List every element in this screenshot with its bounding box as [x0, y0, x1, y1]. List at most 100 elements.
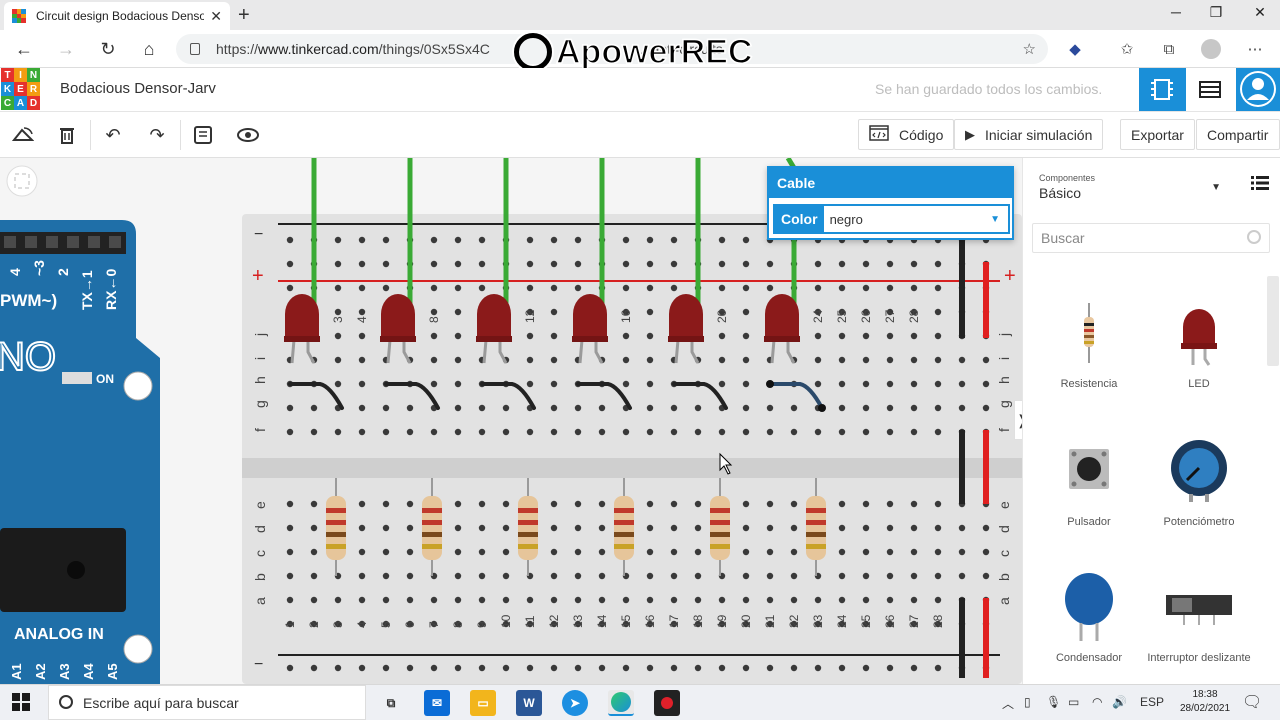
on-led — [62, 372, 92, 384]
reload-icon[interactable]: ↻ — [96, 37, 120, 61]
breadboard-hole — [814, 260, 822, 268]
scrollbar[interactable] — [1267, 276, 1279, 366]
breadboard-hole — [838, 260, 846, 268]
column-number: 28 — [907, 309, 921, 323]
arduino-pin-label: 2 — [55, 268, 71, 276]
share-button[interactable]: Compartir — [1196, 119, 1280, 150]
profile-icon[interactable] — [1200, 39, 1222, 61]
breadboard-hole — [334, 356, 342, 364]
windows-start-icon[interactable] — [12, 693, 30, 711]
word-icon[interactable]: W — [516, 690, 542, 716]
header-pin — [67, 236, 79, 248]
minimize-icon[interactable]: ─ — [1166, 4, 1186, 20]
breadboard[interactable]: − + + − jjiihhggffeeddccbbaa 34781112151… — [242, 214, 1022, 684]
design-title[interactable]: Bodacious Densor-Jarv — [60, 80, 216, 97]
breadboard-hole — [358, 356, 366, 364]
color-select[interactable]: Color negro ▼ — [773, 204, 1010, 234]
start-simulation-button[interactable]: ▶ Iniciar simulación — [954, 119, 1104, 150]
column-number: 8 — [427, 316, 441, 323]
breadboard-hole — [862, 284, 870, 292]
edge-browser-icon[interactable] — [608, 690, 634, 716]
close-tab-icon[interactable]: ✕ — [210, 8, 222, 25]
new-tab-icon[interactable]: + — [238, 4, 250, 27]
row-letter: i — [252, 357, 268, 360]
lock-icon — [190, 43, 200, 55]
home-icon[interactable]: ⌂ — [137, 37, 161, 61]
breadboard-hole — [718, 284, 726, 292]
breadboard-hole — [814, 284, 822, 292]
favorites-icon[interactable]: ✩ — [1116, 39, 1138, 61]
visibility-icon[interactable] — [233, 120, 263, 150]
breadboard-hole — [910, 664, 918, 672]
wifi-icon[interactable]: ◠ — [1092, 695, 1102, 709]
component-search-input[interactable]: Buscar — [1032, 223, 1270, 253]
file-explorer-icon[interactable]: ▭ — [470, 690, 496, 716]
breadboard-hole — [478, 596, 486, 604]
component-slide-switch[interactable]: Interruptor deslizante — [1144, 562, 1254, 664]
user-avatar[interactable] — [1236, 68, 1280, 111]
breadboard-hole — [622, 664, 630, 672]
breadboard-hole — [766, 500, 774, 508]
back-icon[interactable]: ← — [12, 37, 36, 61]
undo-icon[interactable]: ↶ — [98, 120, 128, 150]
redo-icon[interactable]: ↷ — [142, 120, 172, 150]
breadboard-hole — [454, 548, 462, 556]
breadboard-hole — [382, 284, 390, 292]
browser-tab[interactable]: Circuit design Bodacious Densor ✕ — [4, 2, 230, 30]
rotate-icon[interactable] — [8, 120, 38, 150]
breadboard-hole — [886, 500, 894, 508]
breadboard-hole — [574, 404, 582, 412]
language-indicator[interactable]: ESP — [1140, 695, 1164, 709]
components-dropdown[interactable]: Componentes Básico ▼ — [1031, 168, 1221, 208]
app-icon[interactable]: ➤ — [562, 690, 588, 716]
breadboard-hole — [670, 524, 678, 532]
microphone-icon[interactable]: 🎙 — [1046, 695, 1061, 709]
add-favorite-icon[interactable]: ☆ — [1023, 40, 1036, 58]
more-icon[interactable]: ⋯ — [1244, 39, 1266, 61]
component-capacitor[interactable]: Condensador — [1034, 562, 1144, 664]
maximize-icon[interactable]: ❐ — [1206, 4, 1226, 21]
row-letter: i — [996, 357, 1012, 360]
arduino-pin-label: TX→1 — [79, 270, 95, 310]
breadboard-hole — [310, 524, 318, 532]
recorder-app-icon[interactable] — [654, 690, 680, 716]
clock[interactable]: 18:38 28/02/2021 — [1180, 688, 1230, 716]
breadboard-hole — [406, 572, 414, 580]
close-window-icon[interactable]: ✕ — [1250, 4, 1270, 21]
show-hidden-icons-icon[interactable]: ︿ — [1002, 695, 1014, 712]
battery-icon[interactable]: ▭ — [1068, 695, 1079, 709]
chevron-down-icon[interactable]: ▼ — [990, 214, 1008, 225]
code-button[interactable]: Código — [858, 119, 955, 150]
forward-icon[interactable]: → — [54, 37, 78, 61]
breadboard-hole — [430, 236, 438, 244]
breadboard-hole — [574, 284, 582, 292]
column-number: 4 — [355, 621, 369, 628]
notifications-icon[interactable]: 🗨 — [1242, 692, 1262, 712]
taskbar-search-input[interactable]: Escribe aquí para buscar — [48, 685, 366, 720]
component-led[interactable]: LED — [1144, 288, 1254, 390]
device-icon[interactable]: ▯ — [1024, 695, 1031, 709]
mail-icon[interactable]: ✉ — [424, 690, 450, 716]
tinkercad-logo[interactable]: T I N K E R C A D — [1, 68, 41, 110]
notes-icon[interactable] — [188, 120, 218, 150]
component-potentiometer[interactable]: Potenciómetro — [1144, 426, 1254, 528]
collections-icon[interactable]: ⧉ — [1158, 39, 1180, 61]
arduino-board[interactable]: 4 ~3 2 TX→1 RX←0 PWM~) NO ON ANALOG IN A1 A2 A… — [0, 220, 160, 684]
fit-view-button[interactable] — [6, 165, 38, 197]
breadboard-hole — [310, 404, 318, 412]
breadboard-hole — [982, 524, 990, 532]
component-list-button[interactable] — [1186, 68, 1233, 111]
export-button[interactable]: Exportar — [1120, 119, 1195, 150]
circuit-view-button[interactable] — [1139, 68, 1186, 111]
plus-sign-right: + — [1004, 265, 1016, 287]
component-resistor[interactable]: Resistencia — [1034, 288, 1144, 390]
breadboard-hole — [934, 524, 942, 532]
header-pin — [46, 236, 58, 248]
component-pushbutton[interactable]: Pulsador — [1034, 426, 1144, 528]
task-view-icon[interactable]: ⧉ — [378, 690, 404, 716]
extension-icon[interactable]: ◆ — [1064, 39, 1086, 61]
delete-icon[interactable] — [52, 120, 82, 150]
breadboard-hole — [742, 524, 750, 532]
list-view-icon[interactable] — [1251, 175, 1269, 191]
volume-icon[interactable]: 🔊 — [1112, 695, 1127, 709]
